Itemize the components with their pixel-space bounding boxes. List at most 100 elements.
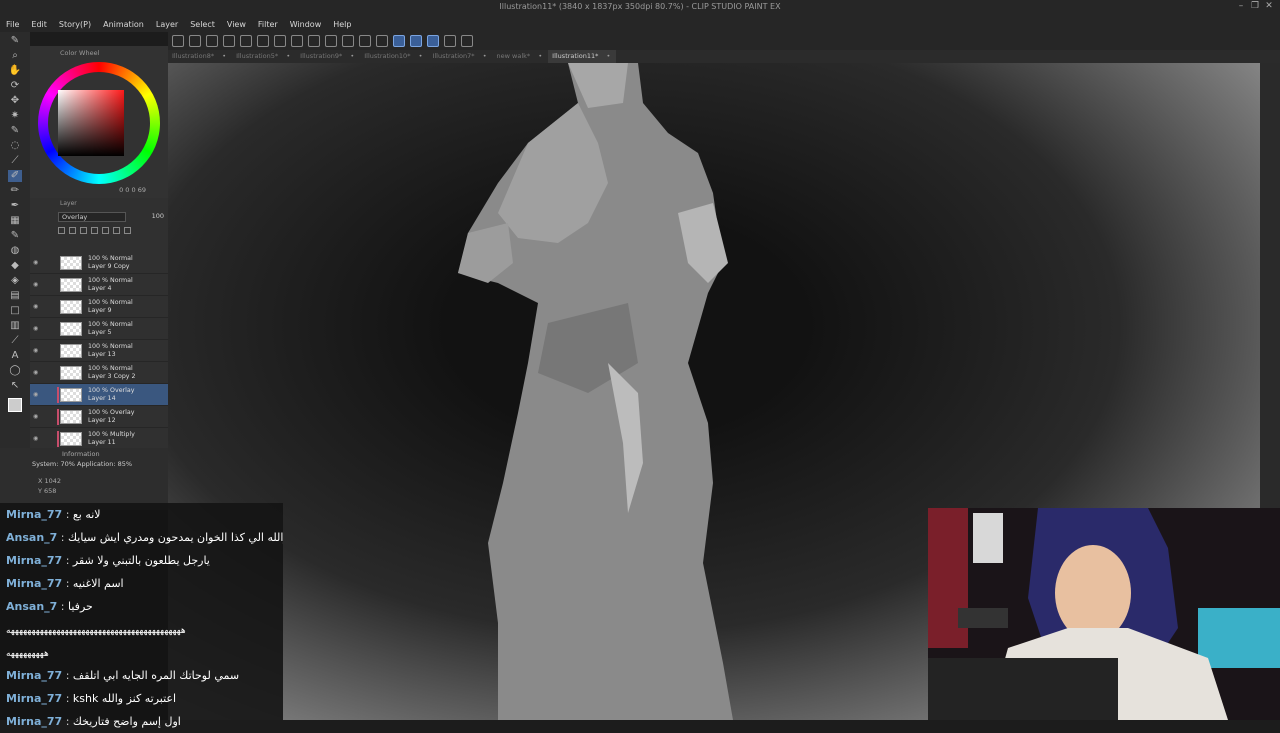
pen-pressure-icon[interactable] bbox=[427, 35, 439, 47]
eye-icon[interactable]: ◉ bbox=[33, 259, 38, 266]
eye-icon[interactable]: ◉ bbox=[33, 347, 38, 354]
tab-label: Illustration9* bbox=[300, 52, 343, 60]
close-tab-icon[interactable]: • bbox=[483, 50, 487, 63]
clear-selection-icon[interactable] bbox=[342, 35, 354, 47]
delete-layer-icon[interactable] bbox=[124, 227, 131, 234]
menu-animation[interactable]: Animation bbox=[103, 20, 144, 29]
tab-illustration11[interactable]: Illustration11* • bbox=[548, 50, 617, 63]
reference-icon[interactable] bbox=[102, 227, 109, 234]
tab-illustration7[interactable]: Illustration7* • bbox=[428, 50, 492, 63]
menu-filter[interactable]: Filter bbox=[258, 20, 278, 29]
opacity-value[interactable]: 100 bbox=[130, 212, 172, 222]
close-tab-icon[interactable]: • bbox=[222, 50, 226, 63]
saturation-value-square[interactable] bbox=[58, 90, 124, 156]
eye-icon[interactable]: ◉ bbox=[33, 303, 38, 310]
menu-edit[interactable]: Edit bbox=[31, 20, 47, 29]
eye-icon[interactable]: ◉ bbox=[33, 325, 38, 332]
close-tab-icon[interactable]: • bbox=[607, 50, 611, 63]
eye-icon[interactable]: ◉ bbox=[33, 435, 38, 442]
layer-row[interactable]: ◉ 100 % Overlay Layer 12 bbox=[30, 406, 168, 428]
eye-icon[interactable]: ◉ bbox=[33, 413, 38, 420]
layer-row[interactable]: ◉ 100 % Normal Layer 9 bbox=[30, 296, 168, 318]
eyedropper-icon[interactable]: ⟋ bbox=[8, 155, 22, 167]
move-icon[interactable]: ✥ bbox=[8, 95, 22, 107]
figure-icon[interactable]: □ bbox=[8, 305, 22, 317]
lock-icon[interactable] bbox=[80, 227, 87, 234]
menu-select[interactable]: Select bbox=[190, 20, 215, 29]
frame-icon[interactable]: ▥ bbox=[8, 320, 22, 332]
blend-icon[interactable]: ◍ bbox=[8, 245, 22, 257]
hand-icon[interactable]: ✋ bbox=[8, 65, 22, 77]
pen-mode-icon[interactable] bbox=[393, 35, 405, 47]
redo-icon[interactable] bbox=[274, 35, 286, 47]
new-layer-icon[interactable] bbox=[58, 227, 65, 234]
pencil-icon[interactable]: ✏ bbox=[8, 185, 22, 197]
correct-line-icon[interactable]: ↖ bbox=[8, 380, 22, 392]
gradient-icon[interactable]: ▤ bbox=[8, 290, 22, 302]
menu-story[interactable]: Story(P) bbox=[59, 20, 91, 29]
invert-selection-icon[interactable] bbox=[376, 35, 388, 47]
eye-icon[interactable]: ◉ bbox=[33, 281, 38, 288]
pen-icon[interactable]: ✒ bbox=[8, 200, 22, 212]
text-icon[interactable]: A bbox=[8, 350, 22, 362]
open-file-icon[interactable] bbox=[206, 35, 218, 47]
undo-icon[interactable] bbox=[257, 35, 269, 47]
pen-smoothing-icon[interactable] bbox=[410, 35, 422, 47]
clip-icon[interactable] bbox=[91, 227, 98, 234]
main-color-swatch[interactable] bbox=[8, 398, 22, 412]
home-icon[interactable] bbox=[172, 35, 184, 47]
layer-row[interactable]: ◉ 100 % Normal Layer 4 bbox=[30, 274, 168, 296]
tab-illustration5[interactable]: Illustration5* • bbox=[232, 50, 296, 63]
eye-icon[interactable]: ◉ bbox=[33, 391, 38, 398]
layer-row[interactable]: ◉ 100 % Multiply Layer 11 bbox=[30, 428, 168, 450]
menu-layer[interactable]: Layer bbox=[156, 20, 178, 29]
layer-row[interactable]: ◉ 100 % Normal Layer 9 Copy bbox=[30, 252, 168, 274]
new-folder-icon[interactable] bbox=[69, 227, 76, 234]
pen-tool-icon[interactable]: ✎ bbox=[8, 35, 22, 47]
loading-icon[interactable] bbox=[291, 35, 303, 47]
layer-row[interactable]: ◉ 100 % Normal Layer 3 Copy 2 bbox=[30, 362, 168, 384]
snap-icon[interactable] bbox=[444, 35, 456, 47]
save-icon[interactable] bbox=[223, 35, 235, 47]
fill-icon[interactable] bbox=[308, 35, 320, 47]
layer-row[interactable]: ◉ 100 % Normal Layer 5 bbox=[30, 318, 168, 340]
mask-icon[interactable] bbox=[113, 227, 120, 234]
close-button[interactable]: ✕ bbox=[1262, 1, 1276, 11]
lasso-icon[interactable]: ◌ bbox=[8, 140, 22, 152]
tab-illustration9[interactable]: Illustration9* • bbox=[296, 50, 360, 63]
new-file-icon[interactable] bbox=[189, 35, 201, 47]
zoom-icon[interactable]: ⌕ bbox=[8, 50, 22, 62]
eye-icon[interactable]: ◉ bbox=[33, 369, 38, 376]
menu-view[interactable]: View bbox=[227, 20, 246, 29]
tab-illustration8[interactable]: Illustration8* • bbox=[168, 50, 232, 63]
layer-row-selected[interactable]: ◉ 100 % Overlay Layer 14 bbox=[30, 384, 168, 406]
close-tab-icon[interactable]: • bbox=[286, 50, 290, 63]
maximize-button[interactable]: ❐ bbox=[1248, 1, 1262, 11]
ruler-tool-icon[interactable]: ⟋ bbox=[8, 335, 22, 347]
export-icon[interactable] bbox=[240, 35, 252, 47]
menu-help[interactable]: Help bbox=[333, 20, 351, 29]
fill-bucket-icon[interactable]: ◈ bbox=[8, 275, 22, 287]
crop-icon[interactable] bbox=[359, 35, 371, 47]
brush-icon[interactable]: ✐ bbox=[8, 170, 22, 182]
tab-new-walk[interactable]: new walk* • bbox=[493, 50, 549, 63]
eraser-icon[interactable]: ◆ bbox=[8, 260, 22, 272]
chat-text: اول إسم واضح فتاريخك bbox=[72, 715, 181, 728]
menu-file[interactable]: File bbox=[6, 20, 19, 29]
close-tab-icon[interactable]: • bbox=[538, 50, 542, 63]
ruler-icon[interactable] bbox=[461, 35, 473, 47]
minimize-button[interactable]: – bbox=[1234, 1, 1248, 11]
close-tab-icon[interactable]: • bbox=[350, 50, 354, 63]
grid-icon[interactable]: ▦ bbox=[8, 215, 22, 227]
layer-row[interactable]: ◉ 100 % Normal Layer 13 bbox=[30, 340, 168, 362]
tab-illustration10[interactable]: Illustration10* • bbox=[360, 50, 428, 63]
menu-window[interactable]: Window bbox=[290, 20, 322, 29]
blend-mode-select[interactable]: Overlay bbox=[58, 212, 126, 222]
rotate-icon[interactable]: ⟳ bbox=[8, 80, 22, 92]
close-tab-icon[interactable]: • bbox=[419, 50, 423, 63]
auto-select-icon[interactable]: ✷ bbox=[8, 110, 22, 122]
balloon-icon[interactable]: ◯ bbox=[8, 365, 22, 377]
selection-pen-icon[interactable]: ✎ bbox=[8, 125, 22, 137]
airbrush-icon[interactable]: ✎ bbox=[8, 230, 22, 242]
transform-icon[interactable] bbox=[325, 35, 337, 47]
